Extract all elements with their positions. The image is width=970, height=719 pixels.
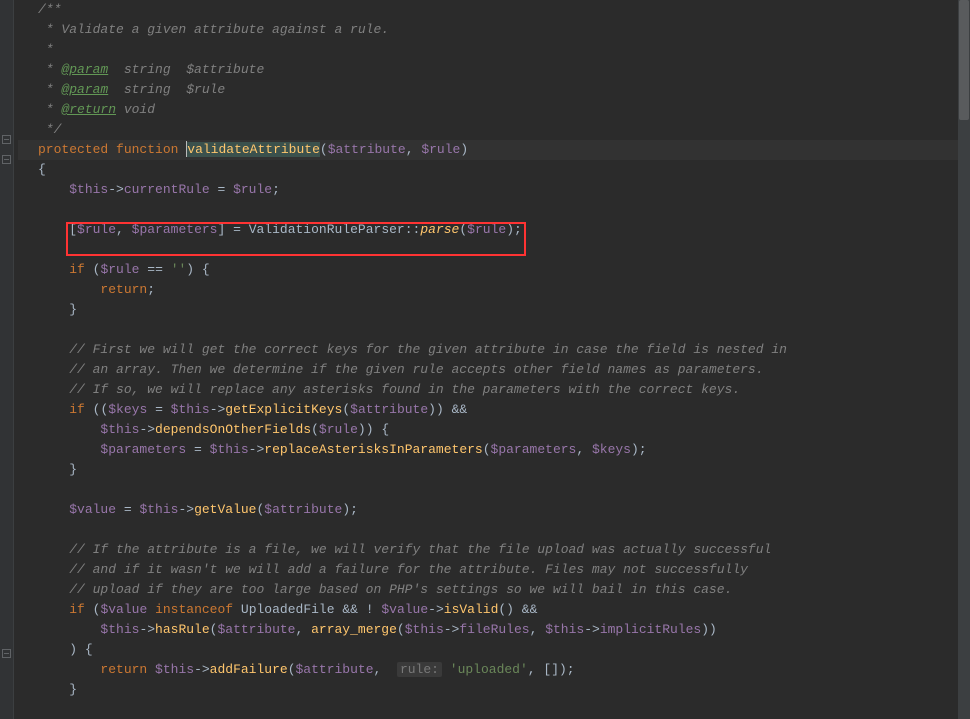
code-line: $this->hasRule($attribute, array_merge($… [18, 620, 970, 640]
code-line [18, 240, 970, 260]
code-line: ) { [18, 640, 970, 660]
fold-marker-minus[interactable] [2, 155, 11, 164]
fold-marker-minus[interactable] [2, 135, 11, 144]
gutter [0, 0, 14, 719]
code-line: return $this->addFailure($attribute, rul… [18, 660, 970, 680]
code-line: $this->currentRule = $rule; [18, 180, 970, 200]
code-editor: /** * Validate a given attribute against… [0, 0, 970, 719]
code-line: if (($keys = $this->getExplicitKeys($att… [18, 400, 970, 420]
code-line: // an array. Then we determine if the gi… [18, 360, 970, 380]
vertical-scrollbar[interactable] [958, 0, 970, 719]
code-line: } [18, 300, 970, 320]
code-line: * @return void [18, 100, 970, 120]
code-line: /** [18, 0, 970, 20]
code-content[interactable]: /** * Validate a given attribute against… [14, 0, 970, 719]
code-line: * @param string $rule [18, 80, 970, 100]
code-line: if ($rule == '') { [18, 260, 970, 280]
code-line [18, 520, 970, 540]
code-line: { [18, 160, 970, 180]
fold-marker-minus[interactable] [2, 649, 11, 658]
code-line [18, 320, 970, 340]
code-line: [$rule, $parameters] = ValidationRulePar… [18, 220, 970, 240]
code-line: // upload if they are too large based on… [18, 580, 970, 600]
code-line: * @param string $attribute [18, 60, 970, 80]
code-line: } [18, 680, 970, 700]
code-line: * [18, 40, 970, 60]
code-line: return; [18, 280, 970, 300]
code-line [18, 480, 970, 500]
code-line: $value = $this->getValue($attribute); [18, 500, 970, 520]
code-line: */ [18, 120, 970, 140]
code-line: $parameters = $this->replaceAsterisksInP… [18, 440, 970, 460]
code-line: // and if it wasn't we will add a failur… [18, 560, 970, 580]
code-line: // If the attribute is a file, we will v… [18, 540, 970, 560]
code-line: } [18, 460, 970, 480]
code-line: // If so, we will replace any asterisks … [18, 380, 970, 400]
code-line [18, 200, 970, 220]
code-line: * Validate a given attribute against a r… [18, 20, 970, 40]
code-line: $this->dependsOnOtherFields($rule)) { [18, 420, 970, 440]
code-line-current: protected function validateAttribute($at… [18, 140, 970, 160]
code-line: // First we will get the correct keys fo… [18, 340, 970, 360]
scroll-thumb[interactable] [959, 0, 969, 120]
code-line: if ($value instanceof UploadedFile && ! … [18, 600, 970, 620]
text-caret [186, 141, 187, 157]
